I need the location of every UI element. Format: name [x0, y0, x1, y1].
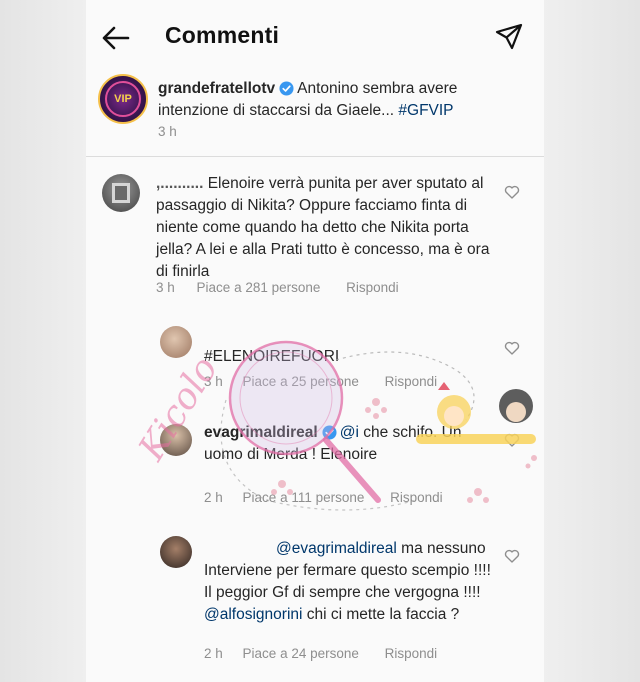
comment-mention[interactable]: @alfosignorini [204, 606, 302, 623]
comment-username[interactable]: evagrimaldireal [204, 424, 318, 441]
back-arrow-icon [102, 26, 130, 50]
background-right [544, 0, 640, 682]
comment-username[interactable]: ,.......... [156, 175, 203, 192]
reply-button[interactable]: Rispondi [346, 280, 399, 295]
comment-item: evagrimaldireal @i che schifo. Un uomo di… [86, 418, 544, 518]
comment-mention[interactable]: @i [340, 424, 359, 441]
comment-body: Elenoire verrà punita per aver sputato a… [156, 175, 490, 280]
comment-body: chi ci mette la faccia ? [306, 606, 460, 623]
verified-badge-icon [322, 425, 337, 440]
avatar-photo-icon [112, 183, 130, 203]
comment-text: @evagrimaldireal ma nessuno Interviene p… [204, 538, 494, 626]
comment-meta: 2 h Piace a 111 persone Rispondi [204, 490, 443, 505]
paper-plane-icon [495, 23, 523, 50]
comment-meta: 2 h Piace a 24 persone Rispondi [204, 646, 437, 661]
comment-likes[interactable]: Piace a 111 persone [243, 490, 365, 505]
comment-item: @evagrimaldireal ma nessuno Interviene p… [86, 534, 544, 674]
caption-text: grandefratellotv Antonino sembra avere in… [158, 78, 530, 122]
avatar[interactable] [102, 174, 140, 212]
reply-button[interactable]: Rispondi [385, 374, 438, 389]
avatar[interactable] [160, 424, 192, 456]
comment-text: ,.......... Elenoire verrà punita per av… [156, 173, 496, 283]
verified-badge-icon [279, 81, 294, 96]
comment-likes[interactable]: Piace a 281 persone [197, 280, 321, 295]
like-heart-icon[interactable] [504, 184, 520, 200]
back-button[interactable] [100, 22, 132, 54]
logo-text: VIP [114, 93, 132, 105]
comment-likes[interactable]: Piace a 25 persone [243, 374, 359, 389]
comment-time: 2 h [204, 646, 223, 661]
comment-time: 3 h [204, 374, 223, 389]
comments-screen: Commenti VIP grandefratellotv Antonino se… [86, 0, 544, 682]
header: Commenti [86, 0, 544, 72]
comment-meta: 3 h Piace a 281 persone Rispondi [156, 280, 399, 295]
caption-time: 3 h [158, 124, 177, 139]
comment-text: evagrimaldireal @i che schifo. Un uomo di… [204, 422, 494, 466]
comment-likes[interactable]: Piace a 24 persone [243, 646, 359, 661]
comment-item: ,.......... Elenoire verrà punita per av… [86, 168, 544, 308]
comment-text: #ELENOIREFUORI [204, 346, 494, 368]
background-left [0, 0, 86, 682]
like-heart-icon[interactable] [504, 340, 520, 356]
like-heart-icon[interactable] [504, 432, 520, 448]
avatar[interactable]: VIP [98, 74, 148, 124]
share-button[interactable] [494, 22, 524, 52]
comment-time: 2 h [204, 490, 223, 505]
reply-button[interactable]: Rispondi [385, 646, 438, 661]
caption-hashtag[interactable]: #GFVIP [398, 102, 453, 119]
comment-item: #ELENOIREFUORI 3 h Piace a 25 persone Ri… [86, 322, 544, 394]
comment-body: #ELENOIREFUORI [204, 348, 340, 365]
avatar[interactable] [160, 326, 192, 358]
like-heart-icon[interactable] [504, 548, 520, 564]
caption-username[interactable]: grandefratellotv [158, 80, 275, 97]
comment-meta: 3 h Piace a 25 persone Rispondi [204, 374, 437, 389]
comment-mention[interactable]: @evagrimaldireal [276, 540, 397, 557]
post-caption: VIP grandefratellotv Antonino sembra aver… [86, 72, 544, 157]
reply-button[interactable]: Rispondi [390, 490, 443, 505]
comment-time: 3 h [156, 280, 175, 295]
avatar[interactable] [160, 536, 192, 568]
page-title: Commenti [165, 22, 280, 48]
